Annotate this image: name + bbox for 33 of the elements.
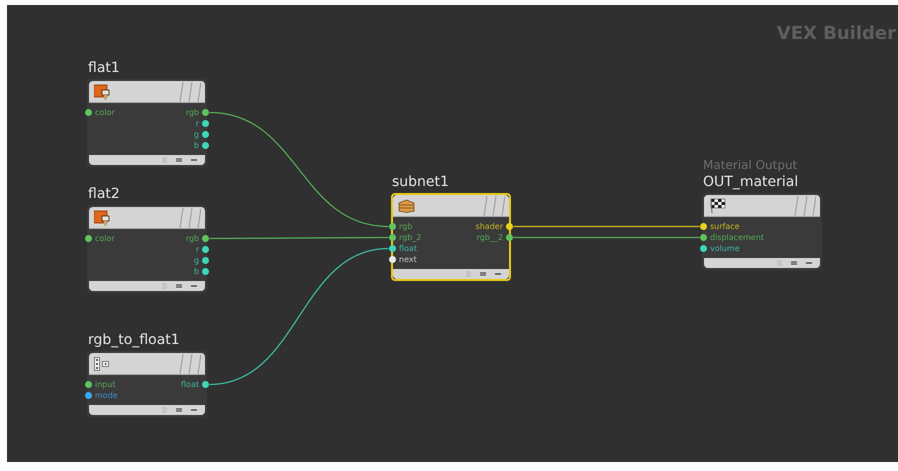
node-card[interactable]: color rgb r g b <box>87 79 207 167</box>
node-name: flat2 <box>88 185 120 204</box>
node-name: subnet1 <box>392 173 449 192</box>
port-label: rgb <box>399 221 412 232</box>
port-label: mode <box>95 390 118 401</box>
port-label: b <box>194 140 199 151</box>
node-card[interactable]: surface displacement volume <box>702 193 822 270</box>
node-card[interactable]: input float mode <box>87 351 207 417</box>
port-label: color <box>95 233 115 244</box>
port-label: input <box>95 379 116 390</box>
port-label: g <box>194 129 199 140</box>
port-label: g <box>194 255 199 266</box>
port-label: rgb_2 <box>399 232 422 243</box>
node-name: OUT_material <box>703 173 798 192</box>
port-label: displacement <box>710 232 764 243</box>
port-label: surface <box>710 221 740 232</box>
port-label: volume <box>710 243 740 254</box>
port-label: shader <box>476 221 503 232</box>
port-label: rgb__2 <box>476 232 503 243</box>
port-label: r <box>196 244 199 255</box>
node-card[interactable]: color rgb r g b <box>87 205 207 293</box>
port-label: b <box>194 266 199 277</box>
port-label: rgb <box>186 107 199 118</box>
port-label: color <box>95 107 115 118</box>
node-name: rgb_to_float1 <box>88 331 180 350</box>
port-label: float <box>181 379 199 390</box>
node-name: flat1 <box>88 59 120 78</box>
node-card[interactable]: rgb shader rgb_2 rgb__2 float next <box>391 193 511 281</box>
node-type-label: Material Output <box>703 158 798 173</box>
port-label: rgb <box>186 233 199 244</box>
port-label: r <box>196 118 199 129</box>
port-label: float <box>399 243 417 254</box>
port-label: next <box>399 254 417 265</box>
